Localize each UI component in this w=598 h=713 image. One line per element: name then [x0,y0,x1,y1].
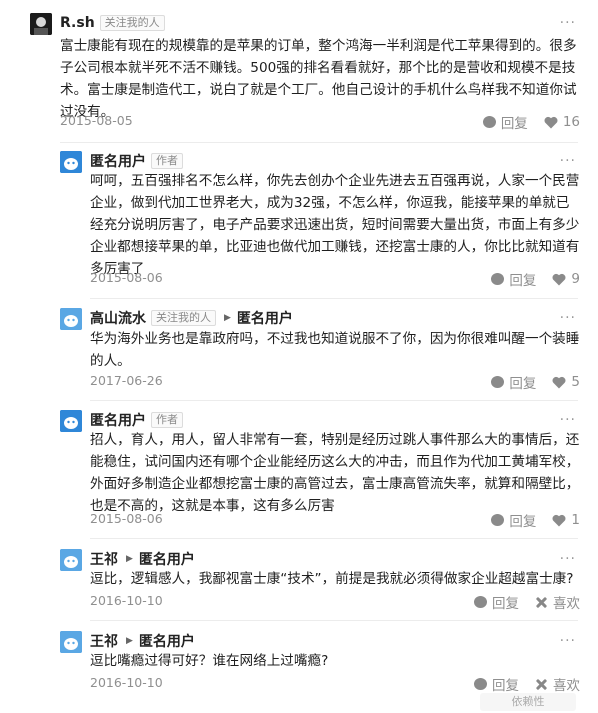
avatar[interactable] [60,549,82,571]
author-badge: 作者 [151,412,183,428]
comment-date: 2015-08-06 [90,511,163,526]
speech-bubble-icon [491,273,505,285]
like-button[interactable]: 9 [552,271,580,287]
divider [90,620,578,621]
more-options-ellipsis-icon[interactable]: ··· [560,633,576,649]
author-badge: 作者 [151,153,183,169]
speech-bubble-icon [491,376,505,388]
like-button[interactable]: 5 [552,374,580,390]
comment-text: 逗比，逻辑感人，我鄙视富士康“技术”，前提是我就必须得做家企业超越富士康? [90,571,574,587]
comment-date: 2016-10-10 [90,675,163,690]
reply-button[interactable]: 回复 [491,510,536,530]
divider [90,298,578,299]
username[interactable]: 王祁 [90,631,118,651]
triangle-right-icon: ▶ [126,554,133,564]
more-options-ellipsis-icon[interactable]: ··· [560,551,576,567]
more-options-ellipsis-icon[interactable]: ··· [560,310,576,326]
reply-button[interactable]: 回复 [474,674,519,694]
watermark: 依赖性 [480,693,576,711]
like-button[interactable]: 16 [544,114,580,130]
reply-button[interactable]: 回复 [491,269,536,289]
like-count: 5 [571,374,580,390]
speech-bubble-icon [482,116,496,128]
comment-text: 华为海外业务也是靠政府吗，不过我也知道说服不了你，因为你很难叫醒一个装睡的人。 [90,331,580,369]
avatar[interactable] [60,151,82,173]
more-options-ellipsis-icon[interactable]: ··· [560,153,576,169]
more-options-ellipsis-icon[interactable]: ··· [560,412,576,428]
like-count: 9 [571,271,580,287]
heart-icon [552,376,566,388]
avatar[interactable] [60,410,82,432]
follower-badge: 关注我的人 [99,15,165,31]
comment-text: 逗比嘴瘾过得可好？谁在网络上过嘴瘾? [90,653,329,669]
divider [60,142,578,143]
comment-date: 2015-08-05 [60,113,133,128]
like-count: 1 [571,512,580,528]
dislike-button[interactable]: 喜欢 [535,592,580,612]
cross-icon [535,596,548,609]
avatar[interactable] [60,308,82,330]
like-count: 16 [562,114,580,130]
username[interactable]: 匿名用户 [90,410,146,430]
divider [90,538,578,539]
divider [90,400,578,401]
more-options-ellipsis-icon[interactable]: ··· [560,15,576,31]
triangle-right-icon: ▶ [224,313,231,323]
heart-icon [544,116,558,128]
username[interactable]: 高山流水 [90,308,146,328]
username[interactable]: 匿名用户 [90,151,146,171]
reply-target-username[interactable]: 匿名用户 [237,308,293,328]
heart-icon [552,273,566,285]
reply-button[interactable]: 回复 [482,112,528,132]
speech-bubble-icon [474,596,487,608]
comment-date: 2015-08-06 [90,270,163,285]
username[interactable]: R.sh [60,15,95,31]
avatar[interactable] [30,13,52,35]
reply-target-username[interactable]: 匿名用户 [139,549,195,569]
triangle-right-icon: ▶ [126,636,133,646]
speech-bubble-icon [474,678,487,690]
dislike-button[interactable]: 喜欢 [535,674,580,694]
comment-text: 富士康能有现在的规模靠的是苹果的订单，整个鸿海一半利润是代工苹果得到的。很多子公… [60,38,577,120]
follower-badge: 关注我的人 [151,310,216,326]
speech-bubble-icon [491,514,505,526]
like-button[interactable]: 1 [552,512,580,528]
comment-date: 2017-06-26 [90,373,163,388]
reply-target-username[interactable]: 匿名用户 [139,631,195,651]
reply-button[interactable]: 回复 [491,372,536,392]
comment-text: 呵呵，五百强排名不怎么样，你先去创办个企业先进去五百强再说，人家一个民营企业，做… [90,173,580,277]
comment-date: 2016-10-10 [90,593,163,608]
heart-icon [552,514,566,526]
cross-icon [535,678,548,691]
reply-button[interactable]: 回复 [474,592,519,612]
comment-text: 招人，育人，用人，留人非常有一套，特别是经历过跳人事件那么大的事情后，还能稳住，… [90,432,580,514]
username[interactable]: 王祁 [90,549,118,569]
avatar[interactable] [60,631,82,653]
